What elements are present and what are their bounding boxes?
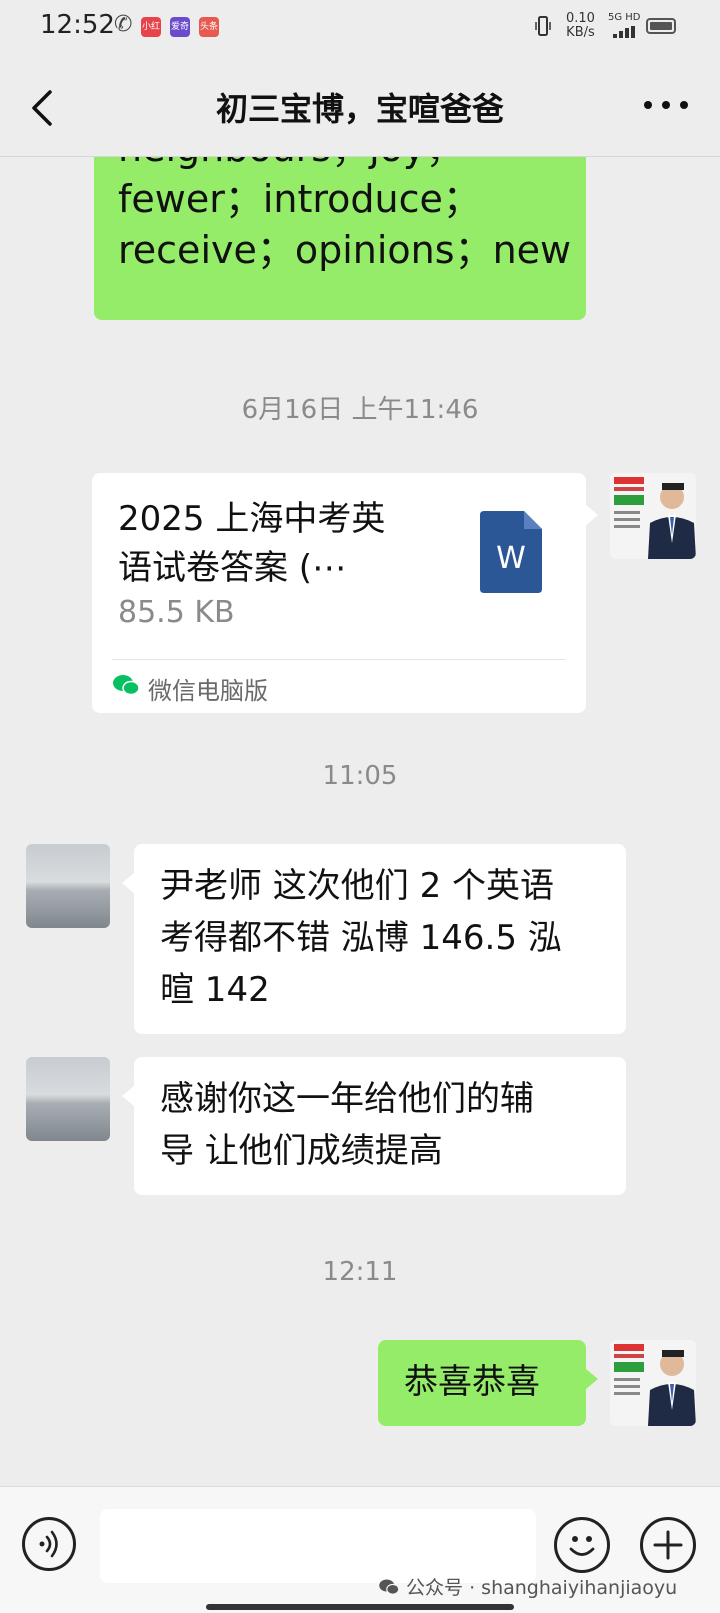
file-source: 微信电脑版 bbox=[148, 677, 268, 705]
incoming-message-bubble[interactable]: 尹老师 这次他们 2 个英语 考得都不错 泓博 146.5 泓 暄 142 bbox=[134, 844, 626, 1034]
network-speed: 0.10 KB/s bbox=[566, 12, 595, 40]
avatar[interactable] bbox=[610, 1340, 696, 1426]
watermark-text: 公众号 · shanghaiyihanjiaoyu bbox=[406, 1577, 678, 1599]
bubble-tail bbox=[122, 873, 134, 893]
signal-label: 5G HD bbox=[608, 12, 641, 23]
word-document-icon: W bbox=[480, 511, 542, 593]
timestamp: 6月16日 上午11:46 bbox=[241, 395, 479, 425]
message-text: 感谢你这一年给他们的辅 导 让他们成绩提高 bbox=[160, 1079, 534, 1171]
app-badge-icon: 小红书 bbox=[141, 17, 161, 37]
home-indicator[interactable] bbox=[206, 1604, 514, 1610]
status-bar: 12:52 ✆ 小红书 爱奇 头条 0.10 KB/s 5G HD bbox=[0, 0, 720, 56]
file-size: 85.5 KB bbox=[118, 595, 235, 630]
more-functions-button[interactable] bbox=[640, 1517, 696, 1573]
timestamp: 11:05 bbox=[322, 761, 398, 791]
more-options-button[interactable] bbox=[636, 90, 696, 120]
app-badge-icon: 头条 bbox=[199, 17, 219, 37]
voice-icon bbox=[39, 1530, 58, 1558]
chat-header: 初三宝博，宝喧爸爸 bbox=[0, 56, 720, 156]
watermark: 公众号 · shanghaiyihanjiaoyu bbox=[378, 1573, 677, 1600]
timestamp: 12:11 bbox=[322, 1257, 398, 1287]
message-text: neighbours；joy； fewer；introduce； receive… bbox=[118, 157, 572, 272]
app-badge-icon: 爱奇 bbox=[170, 17, 190, 37]
chat-title: 初三宝博，宝喧爸爸 bbox=[215, 90, 504, 128]
message-text: 尹老师 这次他们 2 个英语 考得都不错 泓博 146.5 泓 暄 142 bbox=[160, 866, 562, 1010]
message-input[interactable] bbox=[100, 1509, 536, 1583]
vibrate-icon bbox=[535, 16, 551, 36]
outgoing-message-bubble[interactable]: neighbours；joy； fewer；introduce； receive… bbox=[94, 157, 586, 320]
status-time: 12:52 bbox=[40, 10, 115, 40]
smiley-icon bbox=[569, 1536, 595, 1556]
phone-icon: ✆ bbox=[114, 12, 133, 37]
emoji-button[interactable] bbox=[554, 1517, 610, 1573]
avatar[interactable] bbox=[26, 844, 110, 928]
incoming-message-bubble[interactable]: 感谢你这一年给他们的辅 导 让他们成绩提高 bbox=[134, 1057, 626, 1195]
avatar[interactable] bbox=[26, 1057, 110, 1141]
bubble-tail bbox=[586, 1369, 598, 1389]
bubble-tail bbox=[586, 505, 598, 525]
voice-input-button[interactable] bbox=[22, 1517, 76, 1571]
network-speed-unit: KB/s bbox=[566, 25, 595, 40]
file-card-divider bbox=[112, 659, 566, 660]
plus-icon bbox=[653, 1530, 683, 1560]
file-name: 2025 上海中考英 语试卷答案 (⋯ bbox=[118, 499, 386, 588]
chat-input-bar: 公众号 · shanghaiyihanjiaoyu bbox=[0, 1486, 720, 1613]
bubble-tail bbox=[122, 1086, 134, 1106]
signal-icon bbox=[613, 26, 635, 38]
message-list[interactable]: neighbours；joy； fewer；introduce； receive… bbox=[0, 157, 720, 1486]
file-message-card[interactable]: 2025 上海中考英 语试卷答案 (⋯ 85.5 KB W 微信电脑版 bbox=[92, 473, 586, 713]
wechat-icon bbox=[113, 675, 140, 696]
battery-icon bbox=[646, 18, 676, 34]
outgoing-message-bubble[interactable]: 恭喜恭喜 bbox=[378, 1340, 586, 1426]
network-speed-value: 0.10 bbox=[566, 11, 595, 26]
wechat-icon bbox=[379, 1579, 400, 1595]
avatar[interactable] bbox=[610, 473, 696, 559]
file-type-label: W bbox=[496, 541, 526, 576]
message-text: 恭喜恭喜 bbox=[404, 1362, 540, 1402]
